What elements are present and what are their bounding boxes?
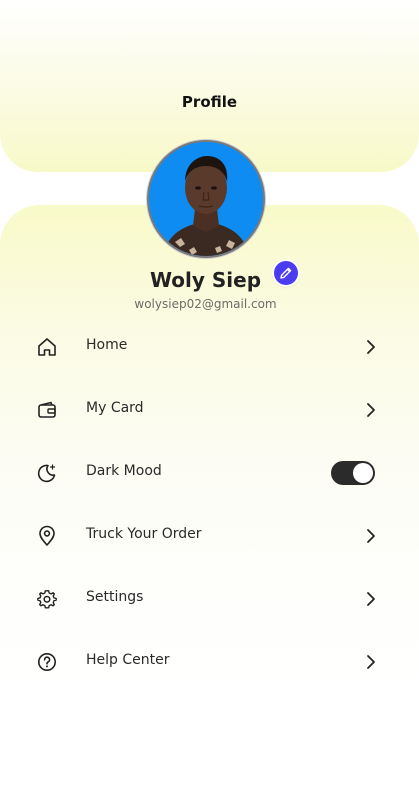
page-title: Profile: [181, 93, 238, 111]
chevron-right-icon: [367, 403, 375, 417]
chevron-right-icon: [367, 340, 375, 354]
toggle-knob: [353, 463, 373, 483]
menu-item-track-order[interactable]: Truck Your Order: [0, 516, 419, 556]
location-pin-icon: [39, 525, 55, 546]
chevron-right-icon: [367, 592, 375, 606]
menu-item-label: Home: [86, 337, 128, 353]
menu-item-dark-mood: Dark Mood: [0, 453, 419, 493]
wallet-icon: [38, 401, 56, 418]
pencil-icon: [280, 267, 292, 279]
avatar-portrait: [149, 142, 263, 256]
chevron-right-icon: [367, 529, 375, 543]
home-icon: [38, 338, 56, 356]
moon-icon: [37, 464, 56, 483]
profile-name: Woly Siep: [149, 268, 262, 292]
help-icon: [38, 653, 56, 671]
menu-item-home[interactable]: Home: [0, 327, 419, 367]
chevron-right-icon: [367, 655, 375, 669]
menu-item-my-card[interactable]: My Card: [0, 390, 419, 430]
dark-mode-toggle[interactable]: [331, 461, 375, 485]
profile-email: wolysiep02@gmail.com: [134, 297, 277, 311]
menu-item-label: Settings: [86, 589, 144, 605]
menu-item-help-center[interactable]: Help Center: [0, 642, 419, 682]
menu-item-settings[interactable]: Settings: [0, 579, 419, 619]
edit-profile-button[interactable]: [274, 261, 298, 285]
menu-item-label: Truck Your Order: [86, 526, 202, 542]
menu-item-label: My Card: [86, 400, 144, 416]
gear-icon: [37, 590, 57, 609]
menu-item-label: Dark Mood: [86, 463, 162, 479]
menu-item-label: Help Center: [86, 652, 170, 668]
avatar[interactable]: [147, 140, 265, 258]
